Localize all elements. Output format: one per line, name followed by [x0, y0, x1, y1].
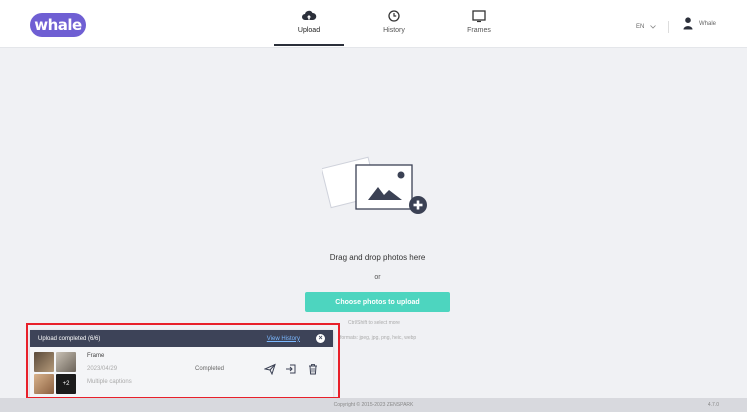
- or-separator: or: [374, 274, 381, 281]
- cloud-upload-icon: [302, 10, 317, 20]
- user-menu[interactable]: Whale: [683, 17, 716, 30]
- monitor-icon: [472, 10, 486, 23]
- upload-status-panel: Upload completed (6/6) View History × +2…: [30, 330, 333, 397]
- chevron-down-icon: [650, 25, 657, 29]
- clock-icon: [388, 10, 400, 22]
- close-panel-button[interactable]: ×: [316, 334, 325, 343]
- export-icon[interactable]: [285, 363, 297, 375]
- language-label: EN: [636, 24, 645, 30]
- version-text: 4.7.0: [707, 402, 719, 408]
- thumbnail: [34, 374, 54, 394]
- upload-panel-header: Upload completed (6/6) View History ×: [30, 330, 333, 347]
- header-divider: [668, 21, 670, 33]
- user-name: Whale: [699, 20, 717, 27]
- formats-hint: formats: jpeg, jpg, png, heic, webp: [340, 335, 417, 341]
- select-hint: Ctrl/Shift to select more: [348, 320, 400, 326]
- caption-text: Multiple captions: [87, 379, 132, 385]
- frame-name: Frame: [87, 353, 105, 359]
- footer: Copyright © 2015-2023 ZENSPARK 4.7.0: [0, 398, 747, 412]
- more-thumbnails-count: +2: [56, 374, 76, 394]
- photo-upload-illustration-icon: [322, 156, 427, 214]
- list-item[interactable]: +2 Frame 2023/04/29 Multiple captions Co…: [30, 347, 333, 397]
- status-text: Completed: [195, 366, 225, 372]
- view-history-link[interactable]: View History: [267, 336, 300, 342]
- tab-frames[interactable]: Frames: [444, 8, 514, 46]
- tab-history-label: History: [383, 27, 405, 34]
- thumbnail: [56, 352, 76, 372]
- tab-upload-label: Upload: [297, 27, 321, 34]
- language-selector[interactable]: EN: [636, 21, 670, 33]
- tab-upload[interactable]: Upload: [274, 8, 344, 46]
- thumbnail: [34, 352, 54, 372]
- user-icon: [683, 17, 693, 30]
- tab-history[interactable]: History: [359, 8, 429, 46]
- choose-photos-button[interactable]: Choose photos to upload: [305, 292, 450, 312]
- tab-frames-label: Frames: [467, 27, 491, 34]
- copyright-text: Copyright © 2015-2023 ZENSPARK: [333, 402, 414, 408]
- upload-panel-title: Upload completed (6/6): [38, 335, 101, 342]
- whale-logo[interactable]: whale: [30, 13, 86, 37]
- upload-date: 2023/04/29: [87, 366, 118, 372]
- drag-drop-instruction: Drag and drop photos here: [329, 253, 426, 262]
- send-icon[interactable]: [264, 363, 276, 375]
- top-bar: whale Upload History Frames EN Whale: [0, 0, 747, 48]
- trash-icon[interactable]: [307, 363, 319, 375]
- frame-thumbnails: +2: [34, 352, 76, 394]
